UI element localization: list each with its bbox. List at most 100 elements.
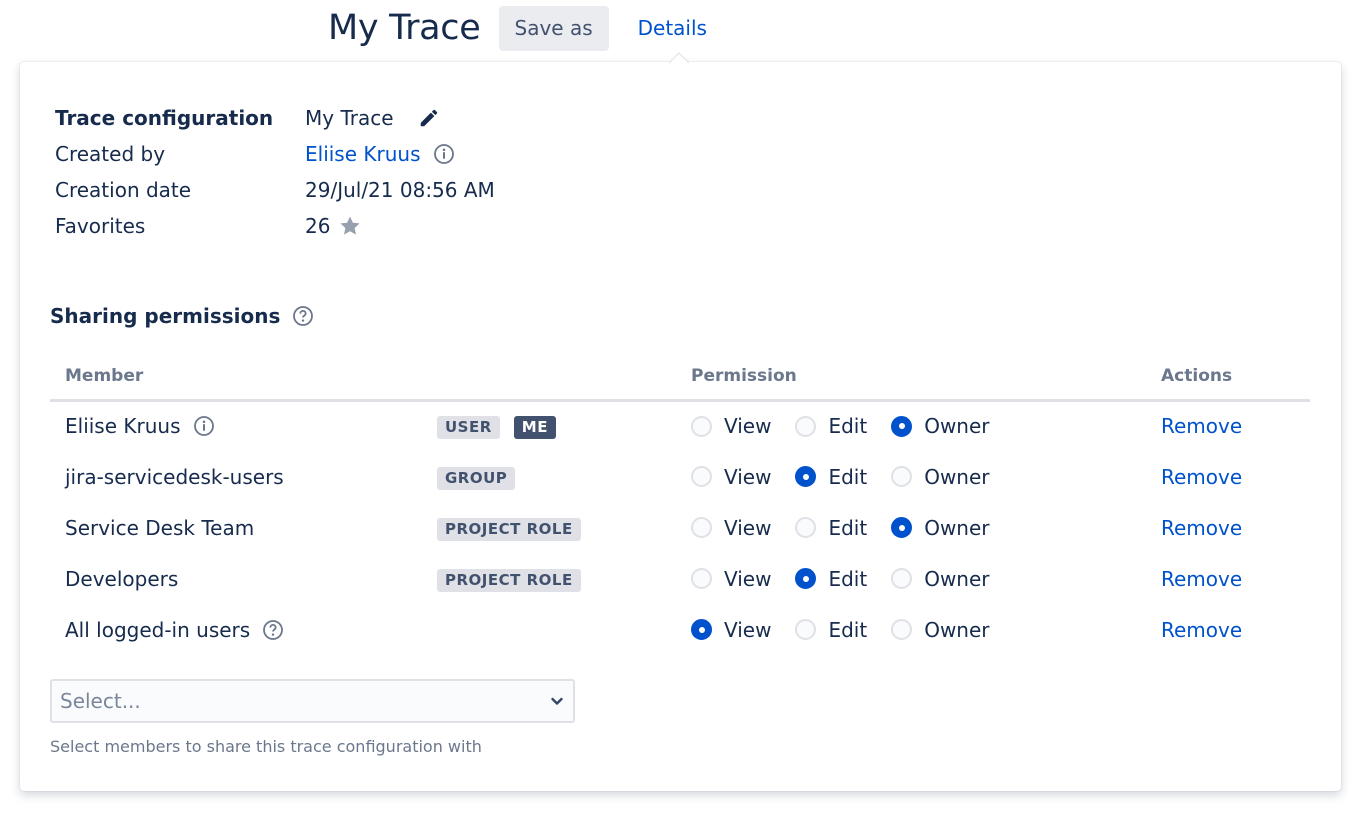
permission-option-edit[interactable]: Edit: [795, 516, 867, 540]
actions-cell: Remove: [1146, 502, 1310, 553]
permission-option-label: Edit: [828, 464, 868, 489]
member-cell: Developers: [50, 553, 422, 604]
sharing-permissions-heading: Sharing permissions: [50, 304, 314, 328]
permission-radio-edit[interactable]: [795, 415, 817, 437]
permission-radio-owner[interactable]: [891, 568, 913, 589]
creation-date-label: Creation date: [55, 178, 192, 202]
column-header-badges: [422, 354, 676, 402]
permission-radio-edit[interactable]: [795, 517, 817, 538]
permission-option-view[interactable]: View: [691, 516, 771, 540]
creation-date-row: Creation date 29/Jul/21 08:56 AM: [55, 172, 495, 208]
permission-radio-view[interactable]: [691, 517, 712, 538]
permission-radio-group: View Edit Owner: [691, 414, 1131, 438]
member-name: Service Desk Team: [65, 515, 255, 540]
actions-cell: Remove: [1146, 400, 1310, 451]
permission-option-edit[interactable]: Edit: [795, 567, 867, 591]
actions-cell: Remove: [1146, 604, 1310, 655]
permission-radio-view[interactable]: [691, 568, 712, 589]
details-link[interactable]: Details: [623, 6, 722, 51]
favorites-count: 26: [305, 214, 331, 238]
permission-option-owner[interactable]: Owner: [891, 515, 990, 540]
created-by-user-link[interactable]: Eliise Kruus: [305, 142, 421, 166]
permission-option-view[interactable]: View: [691, 465, 771, 489]
permission-option-label: Owner: [924, 515, 990, 540]
table-row: Service Desk Team PROJECT ROLE View Edit Own…: [50, 502, 1310, 553]
remove-member-link[interactable]: Remove: [1161, 465, 1242, 489]
page-header: My Trace Save as Details: [328, 4, 722, 52]
permission-option-label: View: [724, 515, 772, 540]
sharing-permissions-title: Sharing permissions: [50, 304, 281, 328]
member-select-placeholder: Select...: [60, 689, 141, 713]
details-panel: Trace configuration My Trace Created by …: [20, 62, 1341, 791]
remove-member-link[interactable]: Remove: [1161, 618, 1242, 642]
permission-cell: View Edit Owner: [676, 400, 1146, 451]
permission-option-label: Edit: [828, 617, 868, 642]
permission-radio-edit[interactable]: [795, 466, 817, 487]
member-type-cell: [422, 604, 676, 655]
member-name: Developers: [65, 566, 179, 591]
permission-radio-group: View Edit Owner: [691, 567, 1131, 591]
permission-option-label: Edit: [828, 515, 868, 540]
column-header-actions: Actions: [1146, 354, 1310, 402]
permission-radio-view[interactable]: [691, 619, 712, 640]
permission-option-label: View: [724, 414, 772, 439]
permission-option-view[interactable]: View: [691, 567, 771, 591]
permission-radio-edit[interactable]: [795, 619, 817, 640]
member-type-cell: PROJECT ROLE: [422, 502, 676, 553]
permission-radio-view[interactable]: [691, 466, 712, 487]
created-by-row: Created by Eliise Kruus: [55, 136, 495, 172]
help-icon[interactable]: [262, 619, 284, 641]
info-icon[interactable]: [433, 143, 455, 165]
permission-option-owner[interactable]: Owner: [891, 618, 990, 642]
permission-radio-owner[interactable]: [891, 415, 913, 437]
permission-option-owner[interactable]: Owner: [891, 566, 990, 591]
permission-option-label: Owner: [924, 414, 990, 439]
remove-member-link[interactable]: Remove: [1161, 414, 1242, 438]
permission-radio-group: View Edit Owner: [691, 465, 1131, 489]
member-select[interactable]: Select...: [50, 679, 575, 723]
permission-option-view[interactable]: View: [691, 414, 771, 438]
me-badge: ME: [513, 416, 556, 440]
actions-cell: Remove: [1146, 553, 1310, 604]
column-header-permission: Permission: [676, 354, 1146, 402]
table-row: Eliise Kruus USER ME View Edit Owner Remove: [50, 400, 1310, 451]
permission-radio-owner[interactable]: [891, 466, 913, 487]
star-icon[interactable]: [338, 214, 362, 238]
permission-radio-view[interactable]: [691, 415, 712, 437]
member-type-badge: GROUP: [437, 466, 516, 490]
page-title: My Trace: [328, 8, 481, 48]
permission-option-edit[interactable]: Edit: [795, 618, 867, 642]
column-header-member: Member: [50, 354, 422, 402]
permission-option-label: View: [724, 617, 772, 642]
member-name: jira-servicedesk-users: [65, 464, 284, 489]
help-icon[interactable]: [292, 305, 314, 327]
favorites-row: Favorites 26: [55, 208, 495, 244]
permission-option-label: Owner: [924, 566, 990, 591]
info-icon[interactable]: [193, 415, 215, 437]
members-table: Member Permission Actions Eliise Kruus US…: [50, 354, 1310, 655]
trace-info: Trace configuration My Trace Created by …: [55, 100, 495, 244]
save-as-button[interactable]: Save as: [498, 5, 609, 51]
permission-radio-edit[interactable]: [795, 568, 817, 589]
member-cell: Eliise Kruus: [50, 400, 422, 451]
permission-radio-owner[interactable]: [891, 619, 913, 640]
member-select-helper-text: Select members to share this trace confi…: [50, 737, 482, 756]
permission-option-label: Edit: [828, 414, 868, 439]
permission-option-view[interactable]: View: [691, 618, 771, 642]
member-type-badge: PROJECT ROLE: [437, 517, 581, 541]
permission-option-label: View: [724, 464, 772, 489]
permission-radio-owner[interactable]: [891, 517, 913, 538]
remove-member-link[interactable]: Remove: [1161, 567, 1242, 591]
permission-option-edit[interactable]: Edit: [795, 414, 867, 438]
member-name: Eliise Kruus: [65, 414, 181, 439]
remove-member-link[interactable]: Remove: [1161, 516, 1242, 540]
edit-pencil-icon[interactable]: [418, 107, 440, 129]
permission-cell: View Edit Owner: [676, 553, 1146, 604]
details-popover-caret: [669, 52, 689, 63]
permission-option-owner[interactable]: Owner: [891, 414, 990, 439]
member-type-badge: USER: [437, 416, 500, 440]
table-row: Developers PROJECT ROLE View Edit Owner Remov…: [50, 553, 1310, 604]
permission-option-owner[interactable]: Owner: [891, 465, 990, 489]
table-row: All logged-in users View Edit Owner Remove: [50, 604, 1310, 655]
permission-option-edit[interactable]: Edit: [795, 465, 867, 489]
